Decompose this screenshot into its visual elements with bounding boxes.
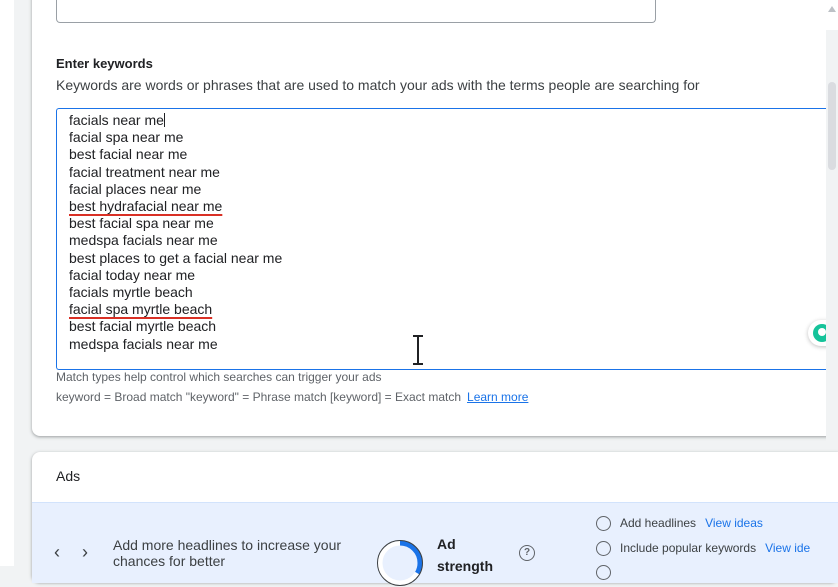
text-cursor-icon (413, 335, 423, 365)
chevron-left-icon[interactable]: ‹ (54, 542, 60, 563)
scrollbar-thumb[interactable] (828, 82, 836, 170)
keyword-line: best facial myrtle beach (69, 318, 217, 335)
chevron-right-icon[interactable]: › (82, 542, 88, 563)
keyword-line: facial treatment near me (69, 163, 220, 180)
keyword-line-misspelled: facial spa myrtle beach (69, 301, 213, 318)
keywords-list: facials near me facial spa near me best … (69, 112, 282, 353)
help-icon[interactable]: ? (519, 545, 535, 561)
view-ideas-link[interactable]: View ideas (705, 516, 763, 530)
keywords-description: Keywords are words or phrases that are u… (56, 77, 700, 93)
suggestion-add-headlines: Add headlines View ideas (596, 516, 763, 531)
keyword-line: medspa facials near me (69, 335, 218, 352)
keyword-line: medspa facials near me (69, 232, 218, 249)
radio-button[interactable] (596, 565, 611, 580)
keywords-card: Enter keywords Keywords are words or phr… (32, 0, 838, 436)
ad-strength-ring-icon (377, 540, 423, 586)
ads-card: Ads ‹ › Add more headlines to increase y… (32, 452, 838, 586)
view-ideas-link[interactable]: View ide (765, 541, 810, 555)
radio-button[interactable] (596, 541, 611, 556)
keywords-textarea[interactable]: facials near me facial spa near me best … (56, 108, 838, 370)
keyword-line: facial spa near me (69, 129, 184, 146)
match-types-legend: keyword = Broad match "keyword" = Phrase… (56, 390, 529, 404)
keyword-line: best facial near me (69, 146, 188, 163)
keywords-title: Enter keywords (56, 56, 153, 71)
keyword-line: facial places near me (69, 180, 202, 197)
keyword-line: facials near me (69, 112, 165, 128)
match-types-help: Match types help control which searches … (56, 370, 382, 384)
text-caret (163, 113, 165, 127)
left-margin (0, 0, 14, 566)
suggestion-popular-keywords: Include popular keywords View ide (596, 541, 810, 556)
keyword-line: best places to get a facial near me (69, 249, 283, 266)
ad-strength-label: Ad strength (437, 536, 493, 574)
ads-title: Ads (56, 468, 81, 484)
ad-strength-panel: ‹ › Add more headlines to increase your … (32, 502, 838, 586)
previous-input-field[interactable] (56, 0, 656, 23)
keyword-line: facial today near me (69, 266, 196, 283)
keyword-line: facials myrtle beach (69, 284, 193, 301)
keyword-line: best facial spa near me (69, 215, 214, 232)
learn-more-link[interactable]: Learn more (467, 390, 528, 404)
keyword-line-misspelled: best hydrafacial near me (69, 198, 223, 215)
ad-strength-message: Add more headlines to increase your chan… (113, 537, 342, 569)
scroll-up-icon[interactable] (828, 6, 836, 12)
radio-button[interactable] (596, 516, 611, 531)
